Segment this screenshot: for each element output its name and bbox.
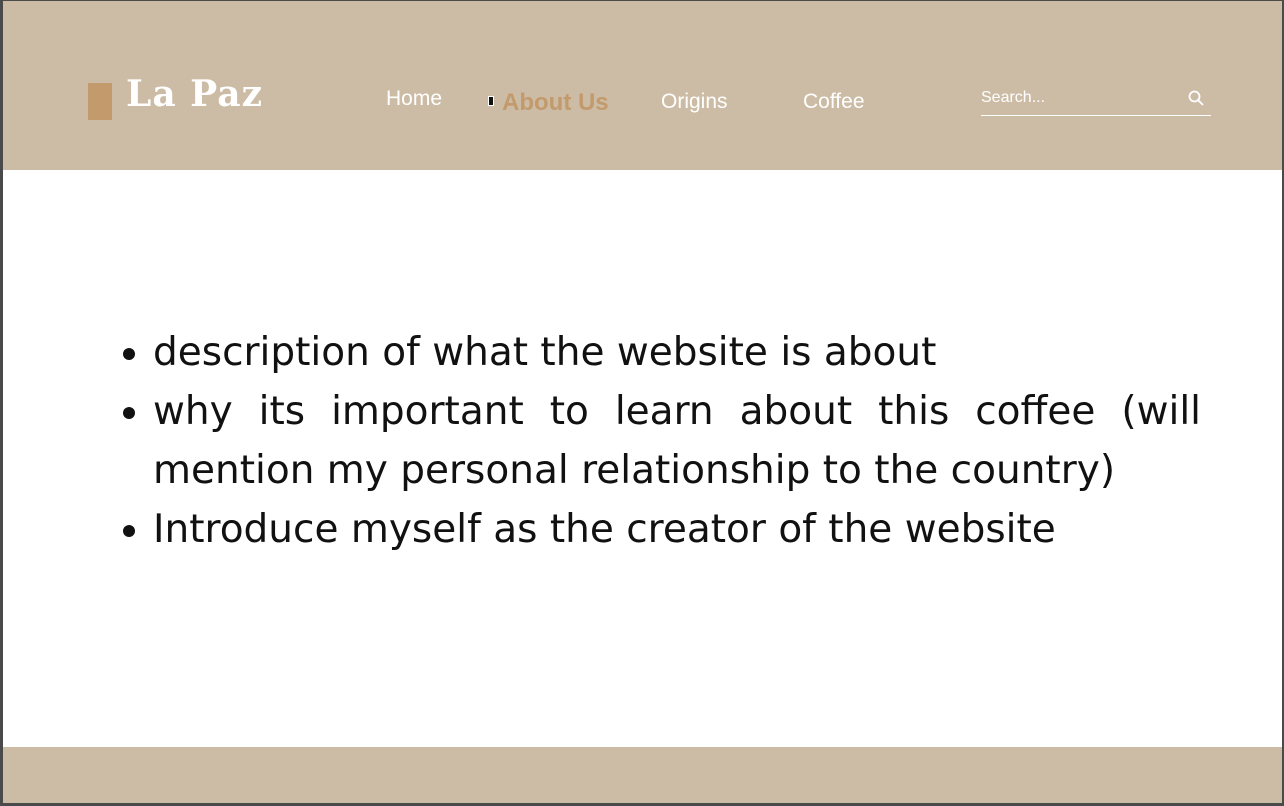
site-logo[interactable]: La Paz: [126, 73, 263, 115]
list-item: description of what the website is about: [153, 323, 1201, 382]
search-bar: [981, 85, 1211, 116]
content-bullet-list: description of what the website is about…: [93, 323, 1201, 559]
nav-item-about-us[interactable]: About Us: [502, 89, 609, 117]
nav-item-origins[interactable]: Origins: [661, 90, 728, 114]
nav-item-home[interactable]: Home: [386, 87, 442, 111]
search-icon[interactable]: [1187, 89, 1205, 107]
active-indicator: [488, 96, 494, 106]
list-item: why its important to learn about this co…: [153, 382, 1201, 500]
site-footer: [3, 747, 1282, 803]
site-header: La Paz Home About Us Origins Coffee: [3, 1, 1282, 170]
list-item: Introduce myself as the creator of the w…: [153, 500, 1201, 559]
page: La Paz Home About Us Origins Coffee desc…: [3, 1, 1282, 803]
search-input[interactable]: [981, 85, 1181, 111]
nav-item-coffee[interactable]: Coffee: [803, 90, 865, 114]
logo-mark: [88, 83, 112, 120]
